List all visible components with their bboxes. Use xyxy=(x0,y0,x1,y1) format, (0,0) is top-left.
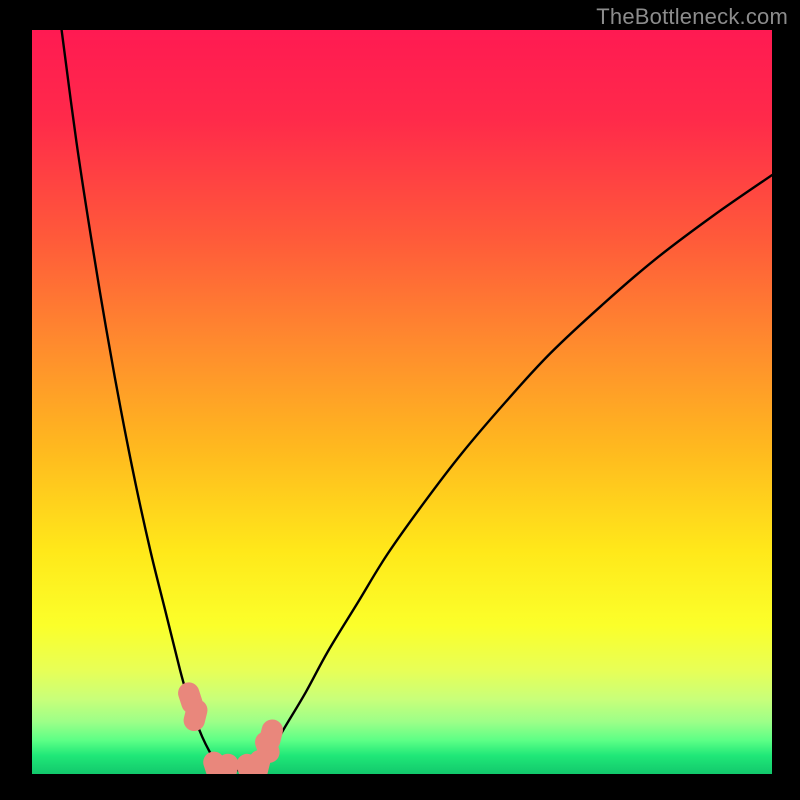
chart-svg xyxy=(32,30,772,774)
chart-plot xyxy=(32,30,772,774)
gradient-background xyxy=(32,30,772,774)
chart-frame: TheBottleneck.com xyxy=(0,0,800,800)
watermark-text: TheBottleneck.com xyxy=(596,4,788,30)
